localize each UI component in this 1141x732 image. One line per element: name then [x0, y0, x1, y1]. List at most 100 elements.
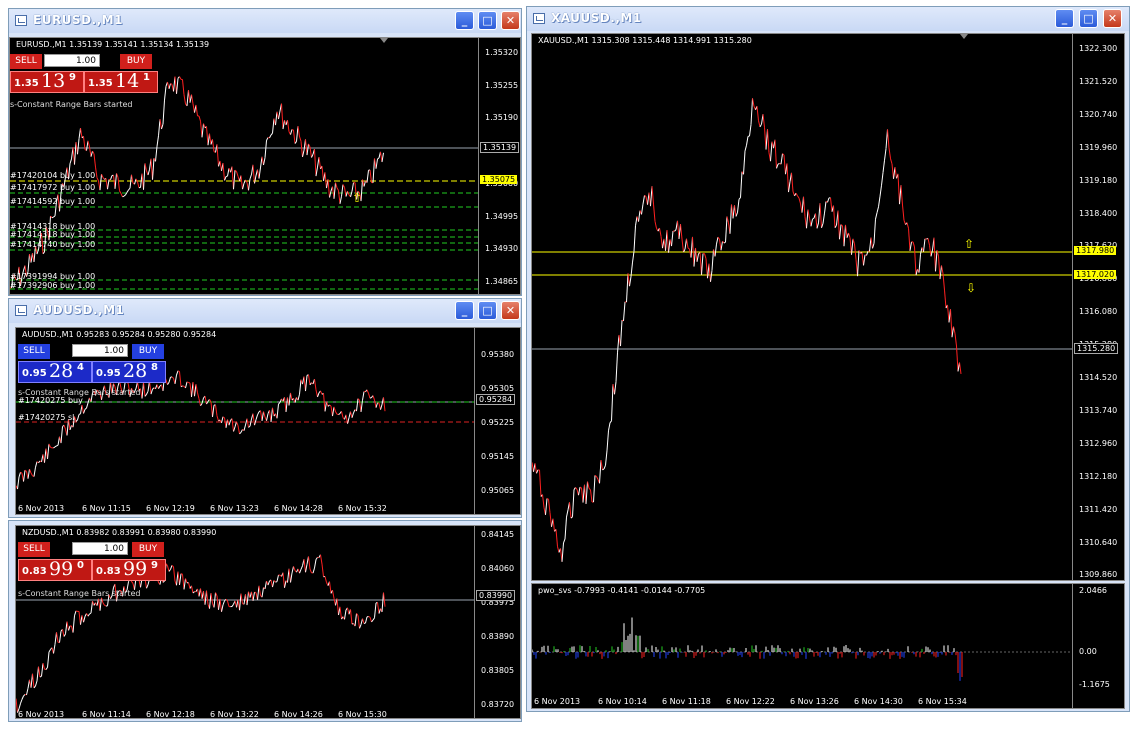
title-bar[interactable]: AUDUSD.,M1 _ □ ✕	[9, 299, 521, 323]
lot-size-input[interactable]: 1.00	[72, 344, 128, 357]
price-bar	[162, 580, 165, 583]
price-bar	[600, 459, 603, 470]
price-bar	[269, 134, 272, 139]
buy-button[interactable]: BUY	[132, 344, 164, 359]
ask-price-pips: 14	[115, 70, 140, 92]
price-bar	[743, 150, 746, 175]
price-bar	[47, 443, 50, 459]
price-bar	[723, 241, 726, 244]
price-bar	[347, 191, 350, 196]
price-scale[interactable]: 1.353201.352551.351901.351251.350601.349…	[478, 38, 520, 294]
indicator-scale[interactable]: 2.0466 0.00 -1.1675	[1072, 584, 1124, 708]
minimize-button[interactable]: _	[455, 11, 474, 30]
close-button[interactable]: ✕	[501, 11, 520, 30]
price-bar	[710, 270, 713, 282]
price-bar	[315, 389, 318, 398]
price-bar	[717, 236, 720, 240]
buy-button[interactable]: BUY	[132, 542, 164, 557]
price-bar	[338, 413, 341, 415]
title-bar[interactable]: EURUSD.,M1 _ □ ✕	[9, 9, 521, 33]
time-axis-tick: 6 Nov 15:34	[918, 697, 967, 706]
sell-button[interactable]: SELL	[18, 344, 50, 359]
lot-size-input[interactable]: 1.00	[44, 54, 100, 67]
bid-price-box[interactable]: 0.95 28 4	[18, 360, 92, 383]
close-button[interactable]: ✕	[501, 301, 520, 320]
price-bar	[146, 391, 149, 395]
buy-button[interactable]: BUY	[120, 54, 152, 69]
price-bar	[228, 420, 231, 426]
price-bar	[240, 175, 243, 190]
price-scale[interactable]: 0.95380 0.95305 0.95225 0.95145 0.95065 0.95…	[474, 328, 520, 514]
bid-price-prefix: 1.35	[14, 78, 39, 89]
price-bar	[863, 254, 866, 266]
price-scale-tick: 1.34865	[485, 276, 519, 286]
price-bar	[660, 236, 663, 249]
price-bar	[536, 469, 539, 474]
price-bar	[629, 276, 632, 287]
price-bar	[929, 245, 932, 257]
ask-price-box[interactable]: 0.83 99 9	[92, 558, 166, 581]
price-chart[interactable]: ⇧ ⇩ XAUUSD.,M1 1315.308 1315.448 1314.991…	[531, 33, 1125, 581]
sell-button[interactable]: SELL	[18, 542, 50, 557]
minimize-button[interactable]: _	[1055, 9, 1074, 28]
lot-size-input[interactable]: 1.00	[72, 542, 128, 555]
indicator-chart[interactable]: pwo_svs -0.7993 -0.4141 -0.0144 -0.7705 …	[531, 583, 1125, 709]
price-bar	[845, 224, 848, 238]
close-button[interactable]: ✕	[1103, 9, 1122, 28]
minimize-button[interactable]: _	[455, 301, 474, 320]
price-bar	[272, 580, 275, 588]
time-axis-tick: 6 Nov 14:30	[854, 697, 903, 706]
time-axis-tick: 6 Nov 15:30	[338, 710, 387, 719]
price-bar	[80, 128, 83, 138]
price-bar	[240, 593, 243, 604]
order-price-tag: 1.35075	[480, 175, 518, 184]
price-bar	[78, 611, 81, 625]
price-bar	[708, 263, 711, 282]
price-bar	[249, 418, 252, 427]
price-bar	[155, 146, 158, 162]
price-bar	[746, 136, 749, 146]
price-bar	[548, 499, 551, 513]
window-title: EURUSD.,M1	[33, 13, 123, 27]
time-axis-tick: 6 Nov 13:23	[210, 504, 259, 513]
price-bar	[53, 215, 56, 218]
price-bar	[674, 229, 677, 232]
price-bar	[791, 172, 794, 192]
price-bar	[36, 666, 39, 681]
price-bar	[194, 384, 197, 397]
price-chart[interactable]: NZDUSD.,M1 0.83982 0.83991 0.83980 0.839…	[15, 525, 521, 719]
maximize-button[interactable]: □	[478, 11, 497, 30]
price-bar	[300, 141, 303, 157]
price-bar	[345, 191, 348, 197]
price-bar	[383, 397, 386, 412]
sell-button[interactable]: SELL	[10, 54, 42, 69]
title-bar[interactable]: XAUUSD.,M1 _ □ ✕	[527, 7, 1129, 31]
ask-price-prefix: 0.83	[96, 566, 121, 577]
price-bar	[653, 204, 656, 222]
time-axis-tick: 6 Nov 15:32	[338, 504, 387, 513]
price-bar	[282, 572, 285, 588]
price-bar	[249, 174, 252, 180]
bid-price-box[interactable]: 1.35 13 9	[10, 70, 84, 93]
price-chart[interactable]: ⇧ EURUSD.,M1 1.35139 1.35141 1.35134 1.3…	[9, 37, 521, 295]
price-bar	[339, 196, 342, 204]
price-scale[interactable]: 0.84145 0.84060 0.83975 0.83890 0.83805 0.837…	[474, 526, 520, 718]
price-scale[interactable]: 1322.300 1321.520 1320.740 1319.960 1319.180…	[1072, 34, 1124, 580]
price-bar	[93, 153, 96, 168]
price-bar	[131, 581, 134, 584]
maximize-button[interactable]: □	[478, 301, 497, 320]
price-bar	[183, 578, 186, 590]
bid-price-box[interactable]: 0.83 99 0	[18, 558, 92, 581]
ask-price-box[interactable]: 0.95 28 8	[92, 360, 166, 383]
price-bar	[555, 529, 558, 547]
price-bar	[681, 239, 684, 253]
price-bar	[374, 399, 377, 408]
ask-price-box[interactable]: 1.35 14 1	[84, 70, 158, 93]
price-bar	[113, 383, 116, 387]
price-bar	[54, 445, 57, 448]
price-chart[interactable]: AUDUSD.,M1 0.95283 0.95284 0.95280 0.952…	[15, 327, 521, 515]
price-bar	[143, 382, 146, 397]
maximize-button[interactable]: □	[1079, 9, 1098, 28]
price-bar	[839, 224, 842, 240]
price-bar	[906, 222, 909, 229]
